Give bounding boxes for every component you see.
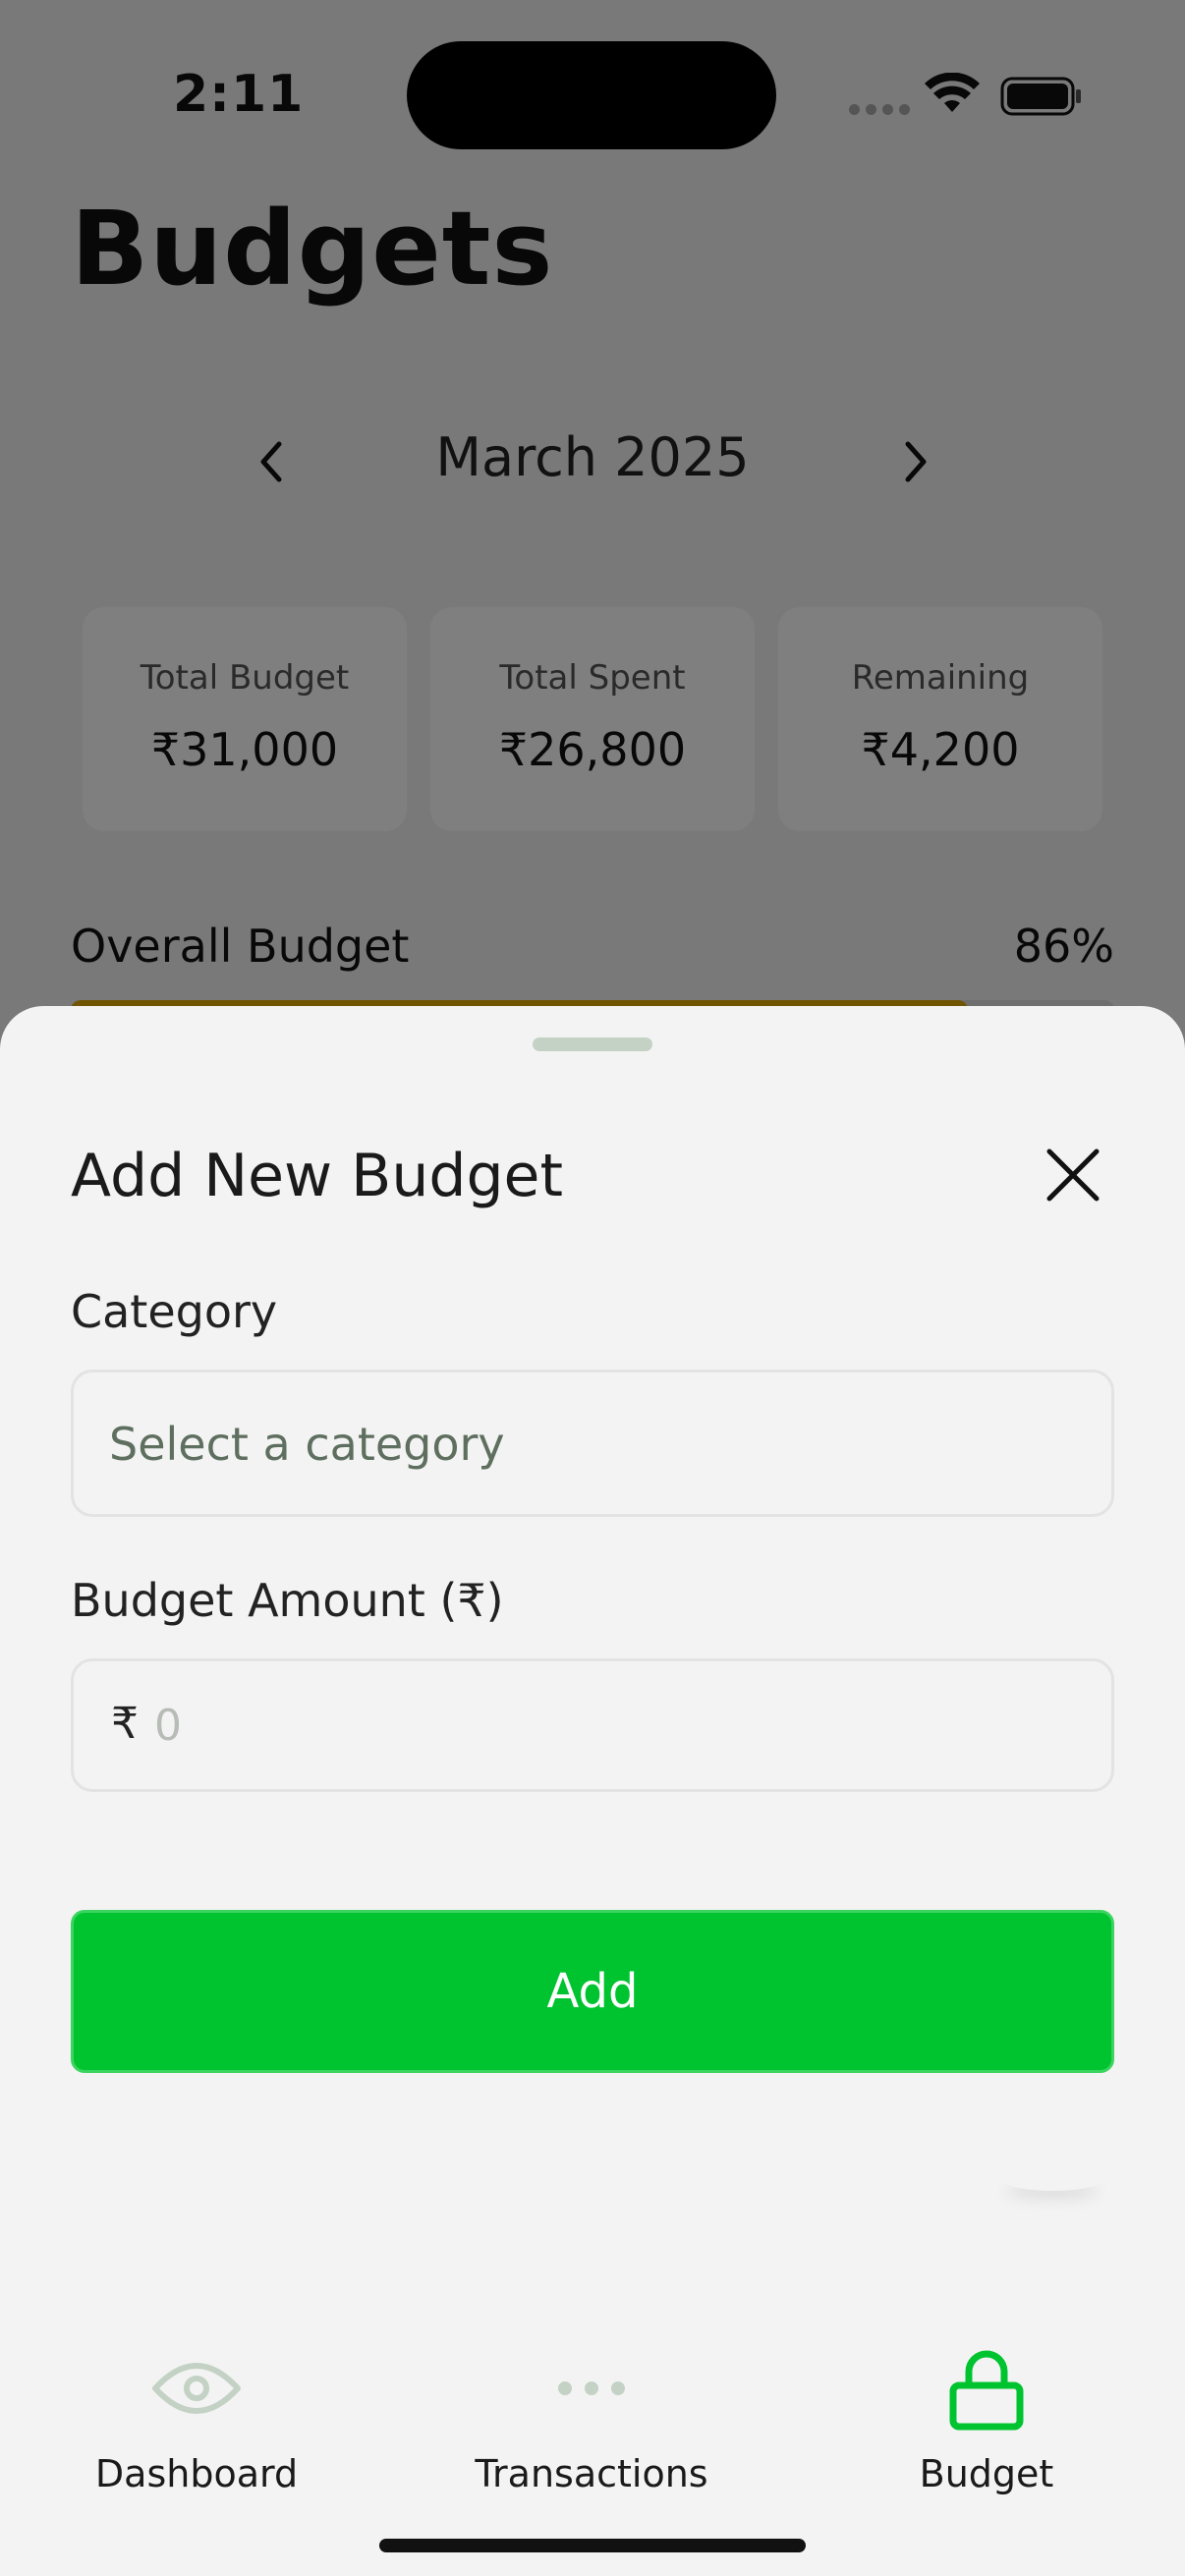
home-indicator[interactable]: [379, 2539, 806, 2552]
category-label: Category: [71, 1285, 278, 1338]
tab-budget[interactable]: Budget: [839, 2344, 1134, 2495]
ellipsis-icon: [558, 2381, 625, 2395]
category-select[interactable]: Select a category: [71, 1370, 1114, 1517]
currency-prefix: ₹: [111, 1699, 139, 1749]
tab-label: Transactions: [475, 2452, 708, 2495]
add-button[interactable]: Add: [71, 1910, 1114, 2073]
tab-dashboard[interactable]: Dashboard: [49, 2344, 344, 2495]
sheet-grabber[interactable]: [533, 1037, 652, 1051]
budget-amount-input[interactable]: [154, 1681, 1039, 1769]
budget-amount-field: ₹: [71, 1658, 1114, 1792]
sheet-title: Add New Budget: [71, 1142, 563, 1210]
tab-label: Budget: [919, 2452, 1054, 2495]
close-icon: [1046, 1148, 1100, 1202]
screen: 2:11 Budgets March 2025: [0, 0, 1185, 2576]
lock-icon: [949, 2350, 1024, 2431]
category-select-placeholder: Select a category: [109, 1418, 505, 1471]
tab-transactions[interactable]: Transactions: [444, 2344, 739, 2495]
tab-label: Dashboard: [94, 2452, 299, 2495]
budget-amount-label: Budget Amount (₹): [71, 1574, 504, 1627]
eye-icon: [152, 2363, 241, 2414]
tab-bar: Dashboard Transactions Budget: [0, 2299, 1185, 2576]
close-button[interactable]: [1040, 1142, 1106, 1208]
sheet-shadow: [998, 2163, 1106, 2191]
